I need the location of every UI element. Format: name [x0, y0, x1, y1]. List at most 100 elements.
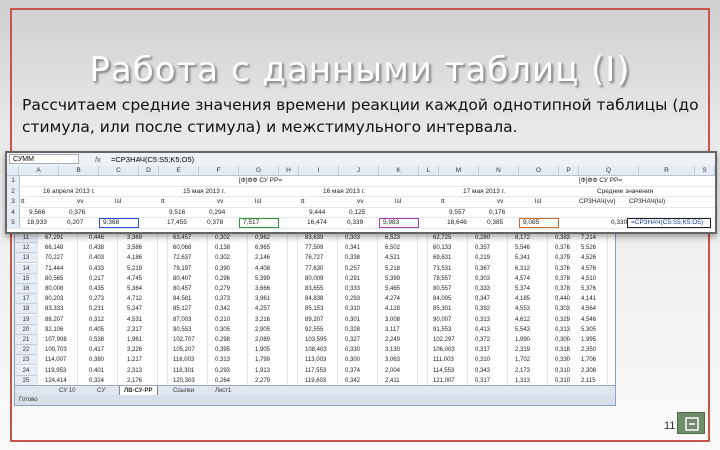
value-cell[interactable]: 0,313 [215, 355, 230, 365]
value-cell[interactable]: 0,380 [89, 355, 104, 365]
row-header[interactable]: 19 [15, 314, 37, 325]
name-box[interactable]: СУММ [9, 154, 79, 164]
value-cell[interactable]: 0,395 [215, 345, 230, 355]
value-cell[interactable]: 116,003 [173, 355, 194, 365]
value-cell[interactable]: 80,008 [45, 284, 63, 294]
value-cell[interactable]: 0,333 [345, 284, 360, 294]
value-cell[interactable]: 66,148 [45, 243, 63, 253]
value-cell[interactable]: 0,405 [89, 325, 104, 335]
value-cell[interactable]: 0,207 [67, 218, 83, 228]
value-cell[interactable]: 3,130 [385, 345, 400, 355]
value-cell[interactable]: 0,435 [89, 284, 104, 294]
value-cell[interactable]: 0,376 [69, 208, 85, 218]
value-cell[interactable]: 80,565 [45, 274, 63, 284]
value-cell[interactable]: 84,838 [305, 294, 323, 304]
value-cell[interactable]: 0,298 [215, 335, 230, 345]
column-header-p[interactable]: P [559, 166, 579, 176]
value-cell[interactable]: 4,576 [581, 264, 596, 274]
row-header[interactable]: 2 [7, 186, 20, 197]
value-cell[interactable]: 4,745 [127, 274, 142, 284]
value-cell[interactable]: 4,408 [255, 264, 270, 274]
value-cell[interactable]: 0,374 [345, 366, 360, 376]
value-cell[interactable]: 5,341 [515, 253, 530, 263]
value-cell[interactable]: 0,357 [475, 243, 490, 253]
value-cell[interactable]: 0,330 [555, 355, 570, 365]
value-cell[interactable]: 9,444 [309, 208, 325, 218]
date-cell[interactable]: 17 мая 2013 г. [463, 187, 505, 197]
value-cell[interactable]: 0,310 [475, 355, 490, 365]
value-cell[interactable]: 0,376 [555, 243, 570, 253]
value-cell[interactable]: 83,639 [305, 233, 323, 243]
value-cell[interactable]: 1,706 [581, 355, 596, 365]
value-cell[interactable]: 0,338 [345, 253, 360, 263]
value-cell[interactable]: 4,553 [515, 304, 530, 314]
label-cell[interactable]: tt [21, 197, 25, 207]
avg-title-cell[interactable]: Средние значения [597, 187, 653, 197]
value-cell[interactable]: 4,564 [581, 304, 596, 314]
label-cell[interactable]: tt [441, 197, 445, 207]
value-cell[interactable]: 1,961 [127, 335, 142, 345]
value-cell[interactable]: 119,953 [45, 366, 66, 376]
label-cell[interactable]: tt [161, 197, 165, 207]
column-header-i[interactable]: I [299, 166, 339, 176]
value-cell[interactable]: 0,303 [555, 304, 570, 314]
value-cell[interactable]: 3,008 [385, 315, 400, 325]
row-header[interactable]: 11 [15, 233, 37, 243]
value-cell[interactable]: 0,417 [89, 345, 104, 355]
value-cell[interactable]: 118,301 [173, 366, 194, 376]
value-cell[interactable]: 3,666 [255, 284, 270, 294]
value-cell[interactable]: 0,317 [475, 345, 490, 355]
value-cell[interactable]: 0,390 [215, 264, 230, 274]
value-cell[interactable]: 0,217 [89, 274, 104, 284]
value-cell[interactable]: 103,595 [305, 335, 327, 345]
value-cell[interactable]: 5,543 [515, 325, 530, 335]
value-cell[interactable]: 4,128 [385, 304, 400, 314]
value-cell[interactable]: 0,300 [345, 355, 360, 365]
value-cell[interactable]: 2,905 [255, 325, 270, 335]
next-slide-button[interactable] [677, 412, 705, 434]
row-header[interactable]: 21 [15, 335, 37, 345]
value-cell[interactable]: 5,218 [385, 264, 400, 274]
column-header-h[interactable]: H [279, 166, 299, 176]
label-cell[interactable]: lsl [395, 197, 401, 207]
value-cell[interactable]: 2,089 [255, 335, 270, 345]
value-cell[interactable]: 60,068 [173, 243, 191, 253]
value-cell[interactable]: 91,553 [433, 325, 451, 335]
row-header[interactable]: 24 [15, 365, 37, 376]
value-cell[interactable]: 4,274 [385, 294, 400, 304]
value-cell[interactable]: 6,312 [515, 264, 530, 274]
value-cell[interactable]: 1,905 [255, 345, 270, 355]
value-cell[interactable]: 77,509 [305, 243, 323, 253]
value-cell[interactable]: 0,373 [215, 294, 230, 304]
value-cell[interactable]: 0,342 [215, 304, 230, 314]
value-cell[interactable]: 0,210 [215, 315, 230, 325]
value-cell[interactable]: 0,347 [475, 294, 490, 304]
header-cell[interactable]: [Ф]ФФ СУ РР= [239, 176, 282, 186]
value-cell[interactable]: 0,176 [489, 208, 505, 218]
column-header-g[interactable]: G [239, 166, 279, 176]
value-cell[interactable]: 2,319 [515, 345, 530, 355]
value-cell[interactable]: 2,313 [127, 366, 142, 376]
value-cell[interactable]: 87,003 [173, 315, 191, 325]
value-cell[interactable]: 8,172 [515, 233, 530, 243]
value-cell[interactable]: 4,186 [127, 253, 142, 263]
value-cell[interactable]: 9,566 [29, 208, 45, 218]
value-cell[interactable]: 0,343 [475, 366, 490, 376]
value-cell[interactable]: 69,631 [433, 253, 451, 263]
value-cell[interactable]: 5,219 [127, 264, 142, 274]
value-cell[interactable]: 5,399 [255, 274, 270, 284]
column-header-n[interactable]: N [479, 166, 519, 176]
value-cell[interactable]: 88,207 [45, 315, 63, 325]
value-cell[interactable]: 5,465 [385, 284, 400, 294]
value-cell[interactable]: 0,392 [475, 304, 490, 314]
column-header-f[interactable]: F [199, 166, 239, 176]
value-cell[interactable]: 5,376 [581, 284, 596, 294]
value-cell[interactable]: 77,630 [305, 264, 323, 274]
value-cell[interactable]: 60,133 [433, 243, 451, 253]
value-cell[interactable]: 0,538 [89, 335, 104, 345]
value-cell[interactable]: 4,510 [581, 274, 596, 284]
value-cell[interactable]: 106,003 [433, 345, 455, 355]
value-cell[interactable]: 0,333 [475, 284, 490, 294]
label-cell[interactable]: tt [301, 197, 305, 207]
value-cell[interactable]: 113,003 [305, 355, 326, 365]
